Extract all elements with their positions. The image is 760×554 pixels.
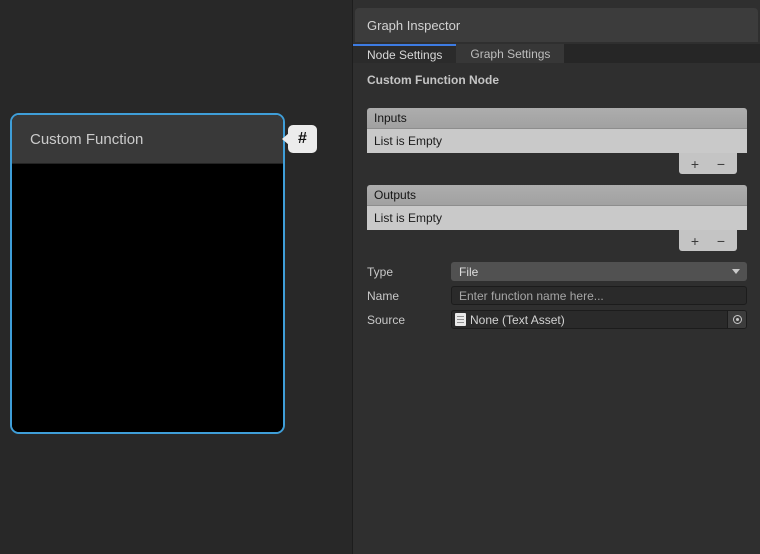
type-dropdown-value: File: [459, 265, 478, 279]
inputs-list-title: Inputs: [374, 111, 407, 125]
outputs-list-buttons: + −: [679, 230, 737, 251]
outputs-list-empty-row: List is Empty: [367, 206, 747, 230]
type-row: Type File: [367, 262, 747, 281]
chevron-down-icon: [732, 269, 740, 274]
object-picker-icon: [733, 315, 742, 324]
node-hash-badge[interactable]: #: [288, 125, 317, 153]
inspector-title: Graph Inspector: [367, 18, 460, 33]
name-label: Name: [367, 289, 451, 303]
tab-node-settings[interactable]: Node Settings: [353, 44, 456, 63]
tab-graph-settings-label: Graph Settings: [470, 47, 550, 61]
badge-tail-icon: [282, 133, 289, 145]
inputs-list: Inputs List is Empty + −: [367, 108, 747, 176]
name-row: Name: [367, 286, 747, 305]
outputs-list: Outputs List is Empty + −: [367, 185, 747, 253]
node-title-bar[interactable]: Custom Function: [12, 115, 283, 164]
function-name-input[interactable]: [451, 286, 747, 305]
inspector-content: Custom Function Node Inputs List is Empt…: [353, 73, 760, 329]
outputs-empty-label: List is Empty: [374, 211, 442, 225]
inspector-header[interactable]: Graph Inspector: [355, 8, 758, 42]
outputs-list-title: Outputs: [374, 188, 416, 202]
text-asset-icon: [455, 313, 466, 326]
tab-graph-settings[interactable]: Graph Settings: [456, 44, 564, 63]
node-settings-heading: Custom Function Node: [367, 73, 747, 87]
source-object-value: None (Text Asset): [470, 313, 727, 327]
inputs-list-empty-row: List is Empty: [367, 129, 747, 153]
tab-node-settings-label: Node Settings: [367, 48, 442, 62]
hash-icon: #: [298, 130, 307, 148]
inputs-add-button[interactable]: +: [685, 157, 705, 171]
node-title: Custom Function: [30, 131, 143, 148]
inputs-list-buttons: + −: [679, 153, 737, 174]
object-picker-button[interactable]: [727, 311, 746, 328]
inputs-list-footer: + −: [367, 153, 747, 176]
inputs-list-header[interactable]: Inputs: [367, 108, 747, 129]
source-object-field[interactable]: None (Text Asset): [451, 310, 747, 329]
outputs-list-header[interactable]: Outputs: [367, 185, 747, 206]
source-row: Source None (Text Asset): [367, 310, 747, 329]
custom-function-node[interactable]: Custom Function: [10, 113, 285, 434]
inspector-tabstrip: Node Settings Graph Settings: [353, 44, 760, 63]
type-label: Type: [367, 265, 451, 279]
inputs-remove-button[interactable]: −: [711, 157, 731, 171]
outputs-remove-button[interactable]: −: [711, 234, 731, 248]
inputs-empty-label: List is Empty: [374, 134, 442, 148]
type-dropdown[interactable]: File: [451, 262, 747, 281]
node-preview-body: [12, 165, 283, 432]
outputs-list-footer: + −: [367, 230, 747, 253]
node-settings-form: Type File Name Source None (Text Asset): [367, 262, 747, 329]
source-label: Source: [367, 313, 451, 327]
graph-inspector-panel: Graph Inspector Node Settings Graph Sett…: [352, 0, 760, 554]
outputs-add-button[interactable]: +: [685, 234, 705, 248]
